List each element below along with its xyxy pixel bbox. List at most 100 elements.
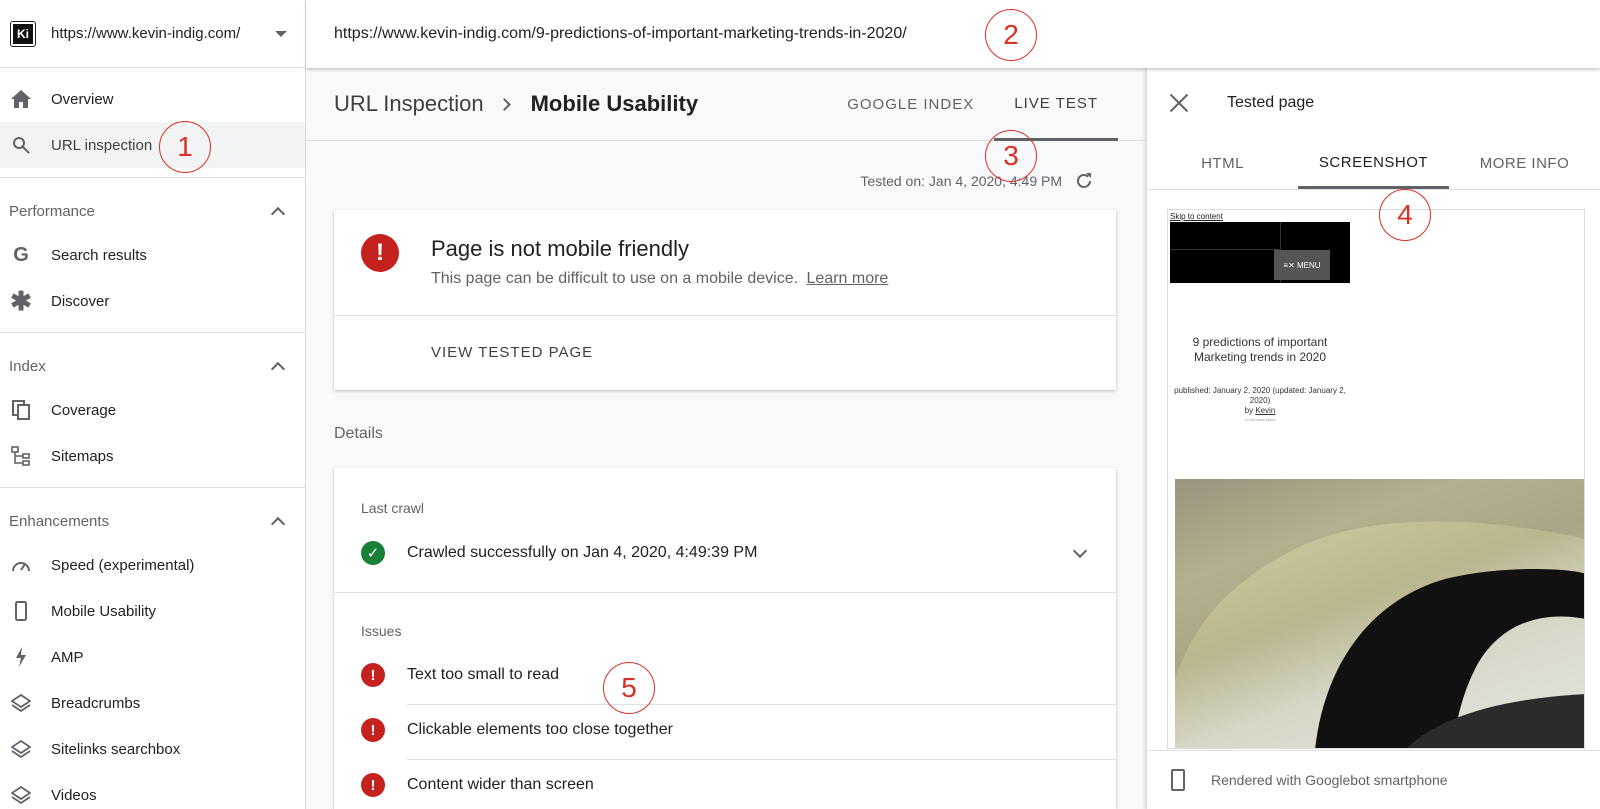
status-subtitle-text: This page can be difficult to use on a m… xyxy=(431,270,799,287)
error-icon: ! xyxy=(361,234,399,272)
annotation-marker: 4 xyxy=(1379,189,1431,241)
sidebar-item-sitelinks-searchbox[interactable]: Sitelinks searchbox xyxy=(0,726,305,772)
group-title: Enhancements xyxy=(9,512,110,530)
details-heading: Details xyxy=(334,425,383,442)
sidebar-item-sitemaps[interactable]: Sitemaps xyxy=(0,433,305,479)
sidebar-item-label: Sitemaps xyxy=(51,447,114,465)
crawl-row[interactable]: ✓ Crawled successfully on Jan 4, 2020, 4… xyxy=(361,538,1101,568)
status-row: ! Page is not mobile friendly This page … xyxy=(334,210,1116,316)
breadcrumb-root[interactable]: URL Inspection xyxy=(334,91,484,117)
tested-on: Tested on: Jan 4, 2020, 4:49 PM xyxy=(860,171,1094,191)
nav-group-performance: Performance G Search results ✱ Discover xyxy=(0,177,305,332)
sidebar-item-speed[interactable]: Speed (experimental) xyxy=(0,542,305,588)
issue-row[interactable]: ! Text too small to read xyxy=(361,648,1116,702)
sidebar-item-search-results[interactable]: G Search results xyxy=(0,232,305,278)
chevron-up-icon[interactable] xyxy=(270,206,286,221)
sidebar-item-label: Breadcrumbs xyxy=(51,694,141,712)
sidebar-item-breadcrumbs[interactable]: Breadcrumbs xyxy=(0,680,305,726)
group-title: Index xyxy=(9,357,46,375)
post-meta: published: January 2, 2020 (updated: Jan… xyxy=(1170,386,1350,416)
post-dates: published: January 2, 2020 (updated: Jan… xyxy=(1174,386,1346,405)
panel-footer: Rendered with Googlebot smartphone xyxy=(1147,750,1600,809)
chevron-up-icon[interactable] xyxy=(270,516,286,531)
sidebar-item-label: Mobile Usability xyxy=(51,602,157,620)
tab-html[interactable]: HTML xyxy=(1147,138,1298,189)
learn-more-link[interactable]: Learn more xyxy=(807,270,889,287)
property-logo-text: Ki xyxy=(13,23,33,44)
issue-row[interactable]: ! Content wider than screen xyxy=(361,758,1116,809)
panel-title: Tested page xyxy=(1227,94,1315,111)
details-card: Last crawl ✓ Crawled successfully on Jan… xyxy=(334,468,1116,809)
group-title: Performance xyxy=(9,202,95,220)
sidebar-item-coverage[interactable]: Coverage xyxy=(0,387,305,433)
sitemap-icon xyxy=(10,445,32,467)
panel-tabs: HTML SCREENSHOT MORE INFO xyxy=(1147,138,1600,190)
header-divider xyxy=(1170,249,1280,250)
pages-icon xyxy=(10,399,32,421)
tab-google-index[interactable]: GOOGLE INDEX xyxy=(827,68,994,141)
issue-text: Clickable elements too close together xyxy=(407,721,673,738)
result-tabs: GOOGLE INDEX LIVE TEST xyxy=(827,68,1118,141)
sidebar: Ki https://www.kevin-indig.com/ Overview… xyxy=(0,0,306,809)
sidebar-item-label: URL inspection xyxy=(51,136,153,154)
issues-label: Issues xyxy=(361,623,402,639)
sidebar-item-mobile-usability[interactable]: Mobile Usability xyxy=(0,588,305,634)
by-text: by xyxy=(1244,406,1254,415)
sidebar-item-label: Search results xyxy=(51,246,147,264)
issue-row[interactable]: ! Clickable elements too close together xyxy=(361,703,1116,757)
layers-icon xyxy=(10,738,32,760)
sidebar-item-label: Sitelinks searchbox xyxy=(51,740,181,758)
property-logo: Ki xyxy=(10,20,36,47)
check-circle-icon: ✓ xyxy=(361,541,385,565)
tab-more-info[interactable]: MORE INFO xyxy=(1449,138,1600,189)
speedometer-icon xyxy=(10,554,32,576)
app: Ki https://www.kevin-indig.com/ Overview… xyxy=(0,0,1600,809)
layers-icon xyxy=(10,784,32,806)
refresh-icon[interactable] xyxy=(1074,171,1094,191)
sidebar-item-amp[interactable]: AMP xyxy=(0,634,305,680)
rendered-screenshot[interactable]: Skip to content ≡✕ MENU 9 predictions of… xyxy=(1167,209,1585,749)
annotation-marker: 1 xyxy=(159,121,211,173)
tested-page-panel: Tested page HTML SCREENSHOT MORE INFO Sk… xyxy=(1146,68,1600,809)
sidebar-item-overview[interactable]: Overview xyxy=(0,76,305,122)
sidebar-item-videos[interactable]: Videos xyxy=(0,772,305,809)
google-g-icon: G xyxy=(13,243,29,266)
sidebar-item-label: Discover xyxy=(51,292,110,310)
read-time: 19 min well spent xyxy=(1244,417,1276,422)
property-selector[interactable]: Ki https://www.kevin-indig.com/ xyxy=(0,0,305,68)
search-icon xyxy=(10,134,32,156)
menu-button: ≡✕ MENU xyxy=(1274,250,1330,280)
dropdown-caret-icon[interactable] xyxy=(275,30,287,37)
sidebar-item-label: Speed (experimental) xyxy=(51,556,195,574)
sidebar-item-url-inspection[interactable]: URL inspection xyxy=(0,122,305,168)
chevron-right-icon xyxy=(497,97,511,111)
sidebar-item-discover[interactable]: ✱ Discover xyxy=(0,278,305,324)
crawl-status: Crawled successfully on Jan 4, 2020, 4:4… xyxy=(407,544,758,561)
sidebar-item-label: Overview xyxy=(51,90,114,108)
main-header: URL Inspection Mobile Usability GOOGLE I… xyxy=(306,68,1146,141)
chevron-up-icon[interactable] xyxy=(270,361,286,376)
property-url: https://www.kevin-indig.com/ xyxy=(51,25,241,42)
view-tested-page-button[interactable]: VIEW TESTED PAGE xyxy=(431,344,593,361)
render-info: Rendered with Googlebot smartphone xyxy=(1211,772,1448,788)
sidebar-item-label: AMP xyxy=(51,648,84,666)
close-icon[interactable] xyxy=(1169,93,1189,113)
nav-group-index: Index Coverage Sitemaps xyxy=(0,332,305,487)
tab-screenshot[interactable]: SCREENSHOT xyxy=(1298,138,1449,189)
tested-on-text: Tested on: Jan 4, 2020, 4:49 PM xyxy=(860,173,1062,189)
bolt-icon xyxy=(10,646,32,668)
inspected-url-bar[interactable]: https://www.kevin-indig.com/9-prediction… xyxy=(306,0,1600,68)
status-title: Page is not mobile friendly xyxy=(431,236,690,261)
nav-group-enhancements: Enhancements Speed (experimental) Mobile… xyxy=(0,487,305,809)
annotation-marker: 5 xyxy=(603,662,655,714)
post-title: 9 predictions of important Marketing tre… xyxy=(1192,335,1328,364)
issue-text: Text too small to read xyxy=(407,666,560,683)
error-icon: ! xyxy=(361,663,385,687)
status-subtitle: This page can be difficult to use on a m… xyxy=(431,270,888,288)
chevron-down-icon[interactable] xyxy=(1072,543,1088,558)
annotation-marker: 2 xyxy=(985,9,1037,61)
phone-icon xyxy=(10,600,32,622)
annotation-marker: 3 xyxy=(985,130,1037,182)
site-header: ≡✕ MENU xyxy=(1170,222,1350,283)
sidebar-item-label: Coverage xyxy=(51,401,117,419)
